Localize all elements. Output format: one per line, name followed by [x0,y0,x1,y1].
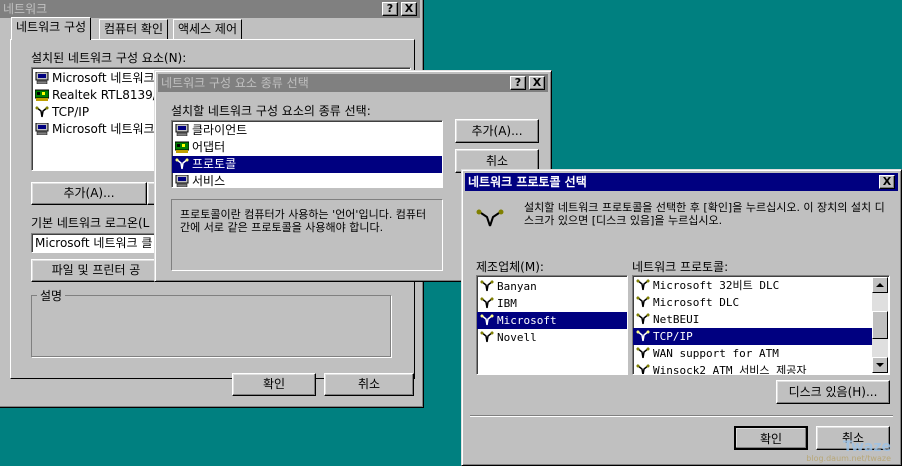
tab-computer-id[interactable]: 컴퓨터 확인 [99,19,169,39]
file-print-sharing-button[interactable]: 파일 및 프린터 공 [31,259,161,282]
protocol-dialog-title: 네트워크 프로토콜 선택 [468,175,587,189]
protocol-icon [636,279,650,291]
help-button[interactable]: ? [382,2,398,16]
protocol-icon [636,364,650,374]
watermark-title: Twaze [842,439,891,455]
protocol-icon [175,158,189,170]
have-disk-button[interactable]: 디스크 있음(H)... [776,380,890,404]
list-item[interactable]: 어댑터 [172,139,442,156]
watermark-url: blog.daum.net/twaze [806,454,891,463]
list-item-selected[interactable]: 프로토콜 [172,156,442,173]
arrow-up-icon [876,283,884,287]
protocol-icon [636,330,650,342]
list-item-selected[interactable]: TCP/IP [633,328,873,345]
separator [470,415,893,417]
protocol-icon [480,331,494,343]
add-component-button[interactable]: 추가(A)... [31,182,147,205]
list-item[interactable]: Winsock2 ATM 서비스 제공자 [633,362,873,374]
scroll-down-button[interactable] [872,357,888,373]
network-window-title: 네트워크 [3,2,48,16]
list-item[interactable]: NetBEUI [633,311,873,328]
protocol-icon [35,106,49,118]
close-button[interactable]: X [529,76,545,90]
protocol-list[interactable]: Microsoft 32비트 DLC Microsoft DLC NetBEUI… [632,275,890,375]
description-group [31,295,391,357]
computer-icon [175,124,189,136]
list-item-selected[interactable]: Microsoft [477,312,627,329]
network-card-icon [175,141,189,153]
component-type-title: 네트워크 구성 요소 종류 선택 [161,76,309,90]
computer-icon [35,123,49,135]
protocol-dialog-titlebar[interactable]: 네트워크 프로토콜 선택 X [465,173,898,191]
protocol-icon [636,313,650,325]
computer-icon [175,175,189,187]
primary-logon-label: 기본 네트워크 로그온(L [31,216,150,230]
computer-icon [35,72,49,84]
protocol-icon [636,347,650,359]
cancel-button[interactable]: 취소 [324,373,414,396]
list-item[interactable]: 클라이언트 [172,122,442,139]
description-text: 프로토콜이란 컴퓨터가 사용하는 '언어'입니다. 컴퓨터간에 서로 같은 프로… [180,208,427,234]
protocol-icon [480,280,494,292]
protocol-list-scrollbar[interactable] [872,277,888,373]
network-card-icon [35,89,49,101]
list-item[interactable]: Banyan [477,278,627,295]
component-type-prompt: 설치할 네트워크 구성 요소의 종류 선택: [171,104,371,118]
protocol-icon [480,314,494,326]
scroll-up-button[interactable] [872,277,888,293]
close-button[interactable]: X [401,2,417,16]
installed-components-label: 설치된 네트워크 구성 요소(N): [31,51,187,65]
add-button[interactable]: 추가(A)... [455,119,539,143]
ok-button[interactable]: 확인 [232,373,316,396]
manufacturer-label: 제조업체(M): [476,260,544,274]
protocol-label: 네트워크 프로토콜: [632,260,729,274]
tab-access-control[interactable]: 액세스 제어 [173,19,243,39]
tab-network-config[interactable]: 네트워크 구성 [11,17,92,40]
protocol-icon [476,209,504,227]
watermark: Twaze blog.daum.net/twaze [806,440,891,463]
list-item[interactable]: 서비스 [172,173,442,187]
close-button[interactable]: X [879,175,895,189]
description-label: 설명 [37,287,66,304]
arrow-down-icon [876,363,884,367]
list-item[interactable]: Microsoft DLC [633,294,873,311]
list-item[interactable]: Novell [477,329,627,346]
component-type-list[interactable]: 클라이언트 어댑터 프로토콜 서비스 [171,120,443,188]
protocol-icon [480,297,494,309]
ok-button[interactable]: 확인 [734,426,808,450]
primary-logon-select[interactable]: Microsoft 네트워크 클 [31,233,161,253]
component-type-titlebar[interactable]: 네트워크 구성 요소 종류 선택 ? X [158,74,548,92]
description-panel: 프로토콜이란 컴퓨터가 사용하는 '언어'입니다. 컴퓨터간에 서로 같은 프로… [171,199,443,271]
scroll-thumb[interactable] [872,311,888,339]
manufacturer-list[interactable]: Banyan IBM Microsoft Novell [476,275,628,375]
help-button[interactable]: ? [510,76,526,90]
network-window-titlebar[interactable]: 네트워크 ? X [0,0,420,18]
list-item[interactable]: IBM [477,295,627,312]
protocol-dialog: 네트워크 프로토콜 선택 X 설치할 네트워크 프로토콜을 선택한 후 [확인]… [461,169,902,466]
protocol-icon [636,296,650,308]
list-item[interactable]: Microsoft 32비트 DLC [633,277,873,294]
protocol-instruction: 설치할 네트워크 프로토콜을 선택한 후 [확인]을 누르십시오. 이 장치의 … [524,201,885,227]
list-item[interactable]: WAN support for ATM [633,345,873,362]
